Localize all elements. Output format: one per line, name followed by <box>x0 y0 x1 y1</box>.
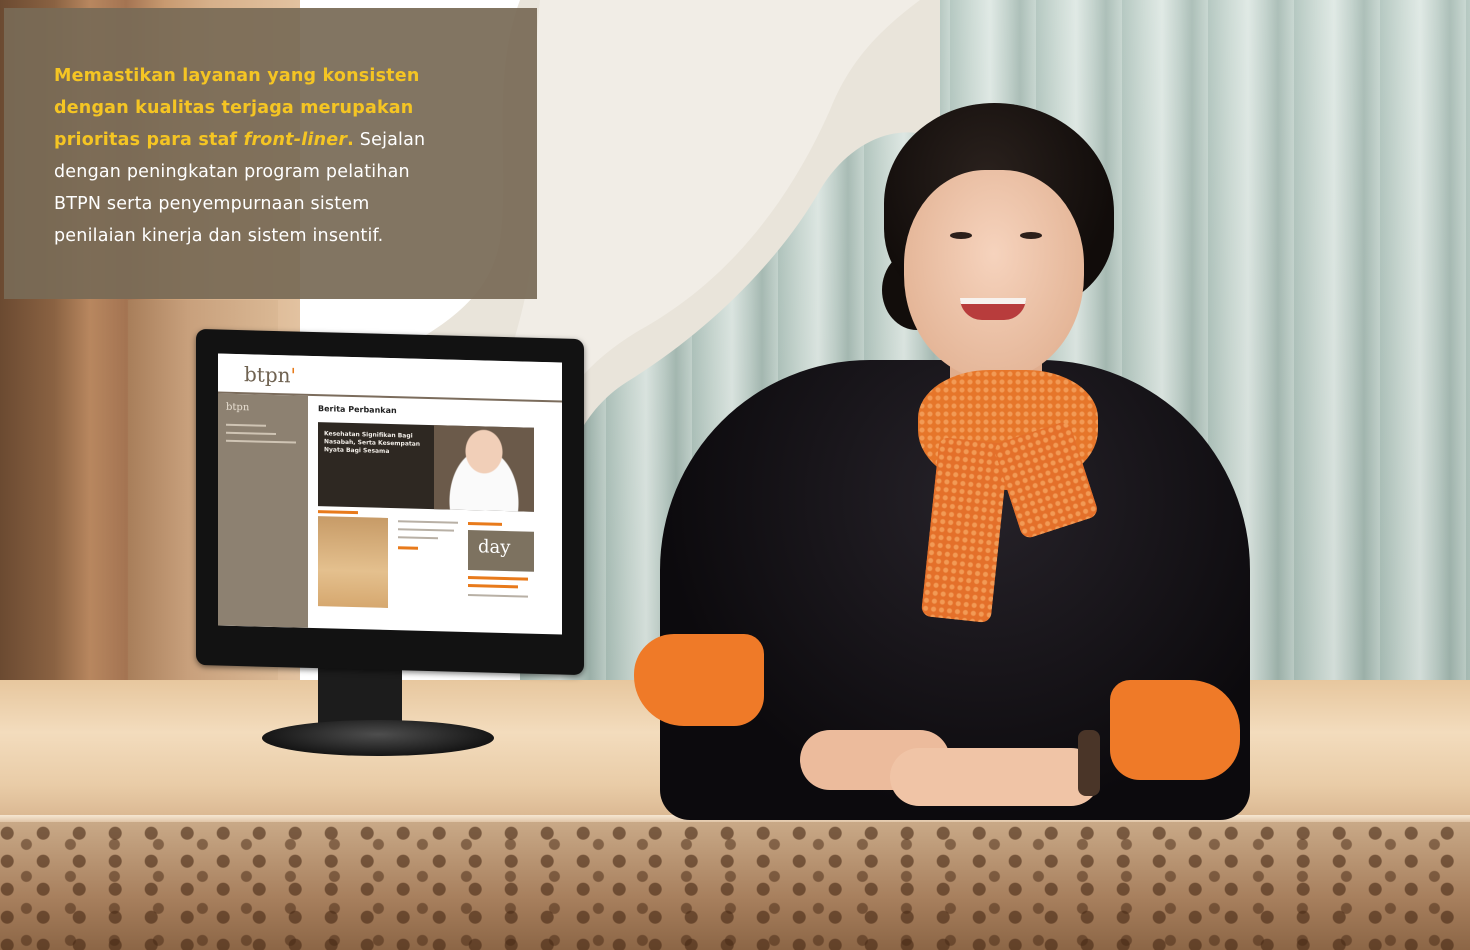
screen-logo: btpn' <box>244 362 296 387</box>
logo-accent: ' <box>290 363 297 388</box>
desk-front-leopard <box>0 822 1470 950</box>
screen-orange-rule <box>468 576 528 581</box>
sidebar-line <box>226 423 266 427</box>
caption-highlight-end: . <box>347 130 355 150</box>
sidebar-logo: btpn <box>226 401 250 414</box>
wristwatch <box>1078 730 1100 796</box>
hand-right <box>890 748 1100 806</box>
caption-box: Memastikan layanan yang konsisten dengan… <box>4 8 537 299</box>
screen-photo-children <box>318 516 388 608</box>
orange-cuff-left <box>634 634 764 726</box>
monitor-base <box>262 720 494 756</box>
banner-person-image <box>434 425 534 512</box>
orange-cuff-right <box>1110 680 1240 780</box>
banner-text: Kesehatan Signifikan Bagi Nasabah, Serta… <box>324 430 421 455</box>
woman-face <box>904 170 1084 380</box>
caption-highlight-italic: front-liner <box>243 130 348 150</box>
screen-orange-rule <box>318 510 358 515</box>
screen-heading: Berita Perbankan <box>318 404 397 416</box>
photo-scene: btpn' btpn Berita Perbankan Kesehatan Si… <box>0 0 1470 950</box>
computer-monitor: btpn' btpn Berita Perbankan Kesehatan Si… <box>196 328 584 676</box>
sidebar-line <box>226 431 276 436</box>
eye-right <box>1020 232 1042 239</box>
screen-banner: Kesehatan Signifikan Bagi Nasabah, Serta… <box>318 422 534 512</box>
screen-logo-text: btpn <box>244 362 291 388</box>
screen-text-line <box>398 528 454 532</box>
monitor-screen: btpn' btpn Berita Perbankan Kesehatan Si… <box>218 353 562 635</box>
screen-orange-rule <box>468 522 502 526</box>
sidebar-line <box>226 439 296 444</box>
screen-orange-rule <box>468 584 518 589</box>
caption-text: Memastikan layanan yang konsisten dengan… <box>54 60 454 252</box>
screen-sidebar: btpn <box>218 393 308 628</box>
screen-text-line <box>398 520 458 524</box>
screen-orange-rule <box>398 546 418 550</box>
monitor-neck <box>318 666 402 726</box>
screen-text-line <box>398 536 438 540</box>
eye-left <box>950 232 972 239</box>
day-logo: day <box>478 536 511 559</box>
screen-text-line <box>468 594 528 598</box>
screen-day-ad: day <box>468 530 534 572</box>
